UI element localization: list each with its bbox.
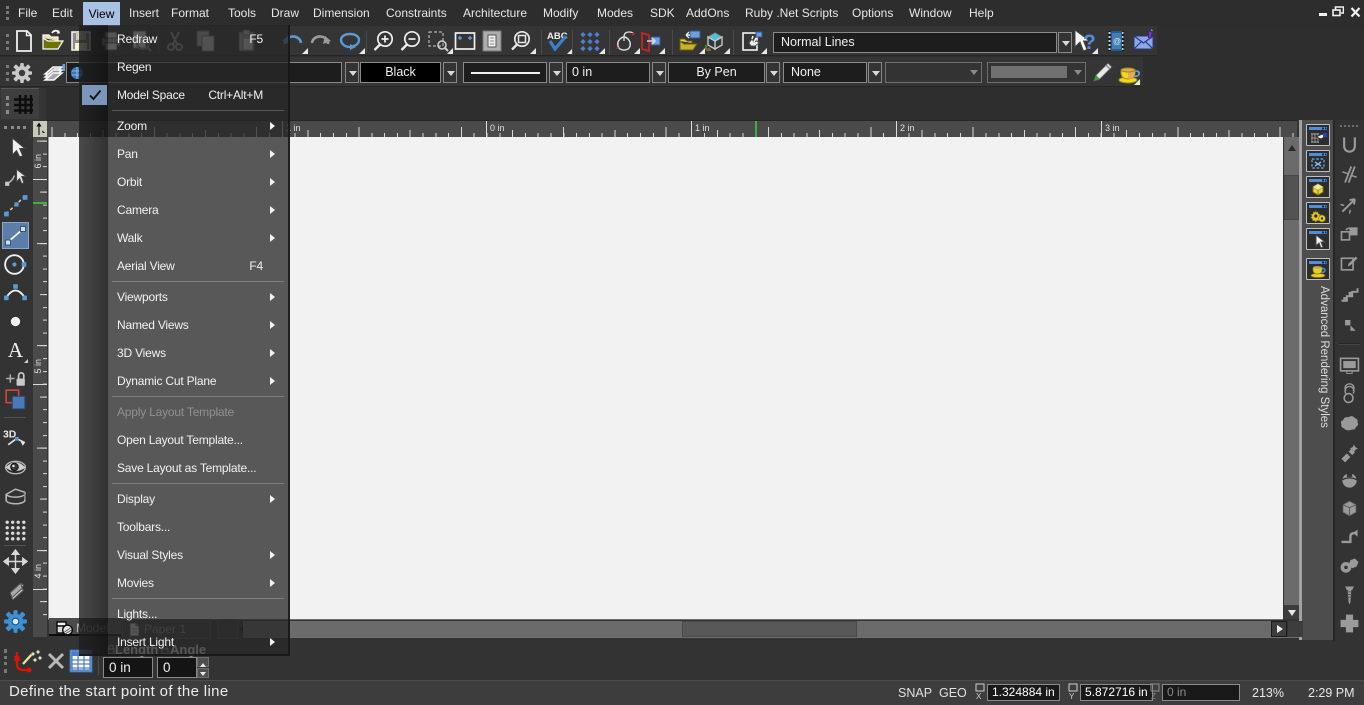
svg-text:Z: Z — [1151, 692, 1156, 701]
svg-text:X: X — [976, 692, 982, 701]
svg-text:@: @ — [1113, 37, 1121, 46]
svg-text:Y: Y — [1069, 692, 1075, 701]
